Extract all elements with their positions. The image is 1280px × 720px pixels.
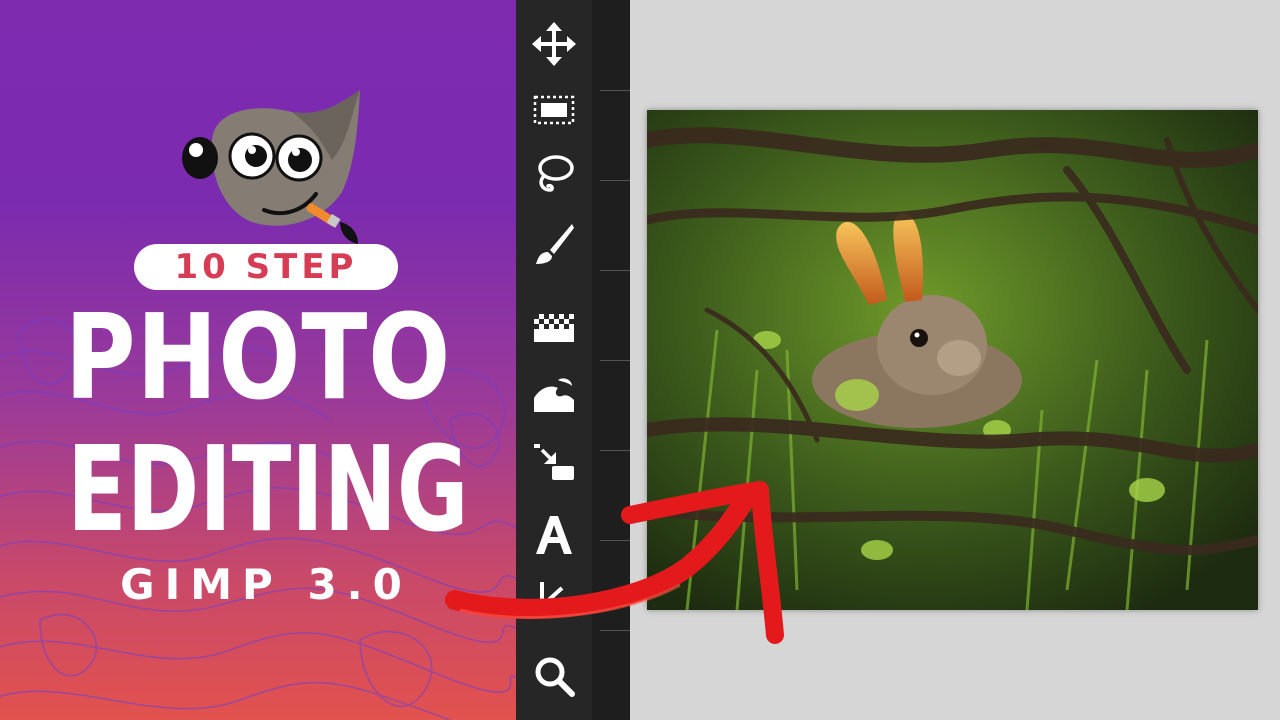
lasso-tool-button[interactable] <box>516 146 592 202</box>
title-line-editing: EDITING <box>67 420 469 558</box>
strip-divider <box>600 630 630 631</box>
title-line-photo: PHOTO <box>64 288 452 426</box>
measure-tool-button[interactable] <box>516 566 592 622</box>
text-a-icon <box>536 516 572 554</box>
strip-divider <box>600 360 630 361</box>
strip-divider <box>600 270 630 271</box>
text-tool-button[interactable] <box>516 506 592 562</box>
move-icon <box>532 22 576 66</box>
rectangle-select-icon <box>533 95 575 125</box>
strip-divider <box>600 180 630 181</box>
paintbrush-icon <box>536 224 574 264</box>
arrow-into-layer-icon <box>534 444 574 480</box>
paintbrush-tool-button[interactable] <box>516 216 592 272</box>
toolbox <box>516 0 592 720</box>
gimp-mascot-logo <box>182 90 360 244</box>
magnifier-icon <box>535 657 575 697</box>
wave-icon <box>534 378 574 412</box>
measure-icon <box>540 582 566 608</box>
strip-divider <box>600 540 630 541</box>
gradient-tool-button[interactable] <box>516 298 592 354</box>
paste-layer-tool-button[interactable] <box>516 432 592 488</box>
badge-label: 10 STEP <box>174 247 358 287</box>
move-tool-button[interactable] <box>516 16 592 72</box>
lasso-icon <box>538 155 574 192</box>
strip-divider <box>600 450 630 451</box>
strip-divider <box>600 90 630 91</box>
rectangle-select-tool-button[interactable] <box>516 82 592 138</box>
subtitle-gimp-version: GIMP 3.0 <box>120 560 412 609</box>
promo-panel: 10 STEP PHOTO EDITING GIMP 3.0 <box>0 0 516 720</box>
gradient-checker-icon <box>534 314 574 342</box>
ten-step-badge: 10 STEP <box>134 244 398 290</box>
rabbit-photo[interactable] <box>647 110 1258 610</box>
warp-transform-tool-button[interactable] <box>516 366 592 422</box>
zoom-tool-button[interactable] <box>516 648 592 704</box>
rabbit-photo-image <box>647 110 1258 610</box>
